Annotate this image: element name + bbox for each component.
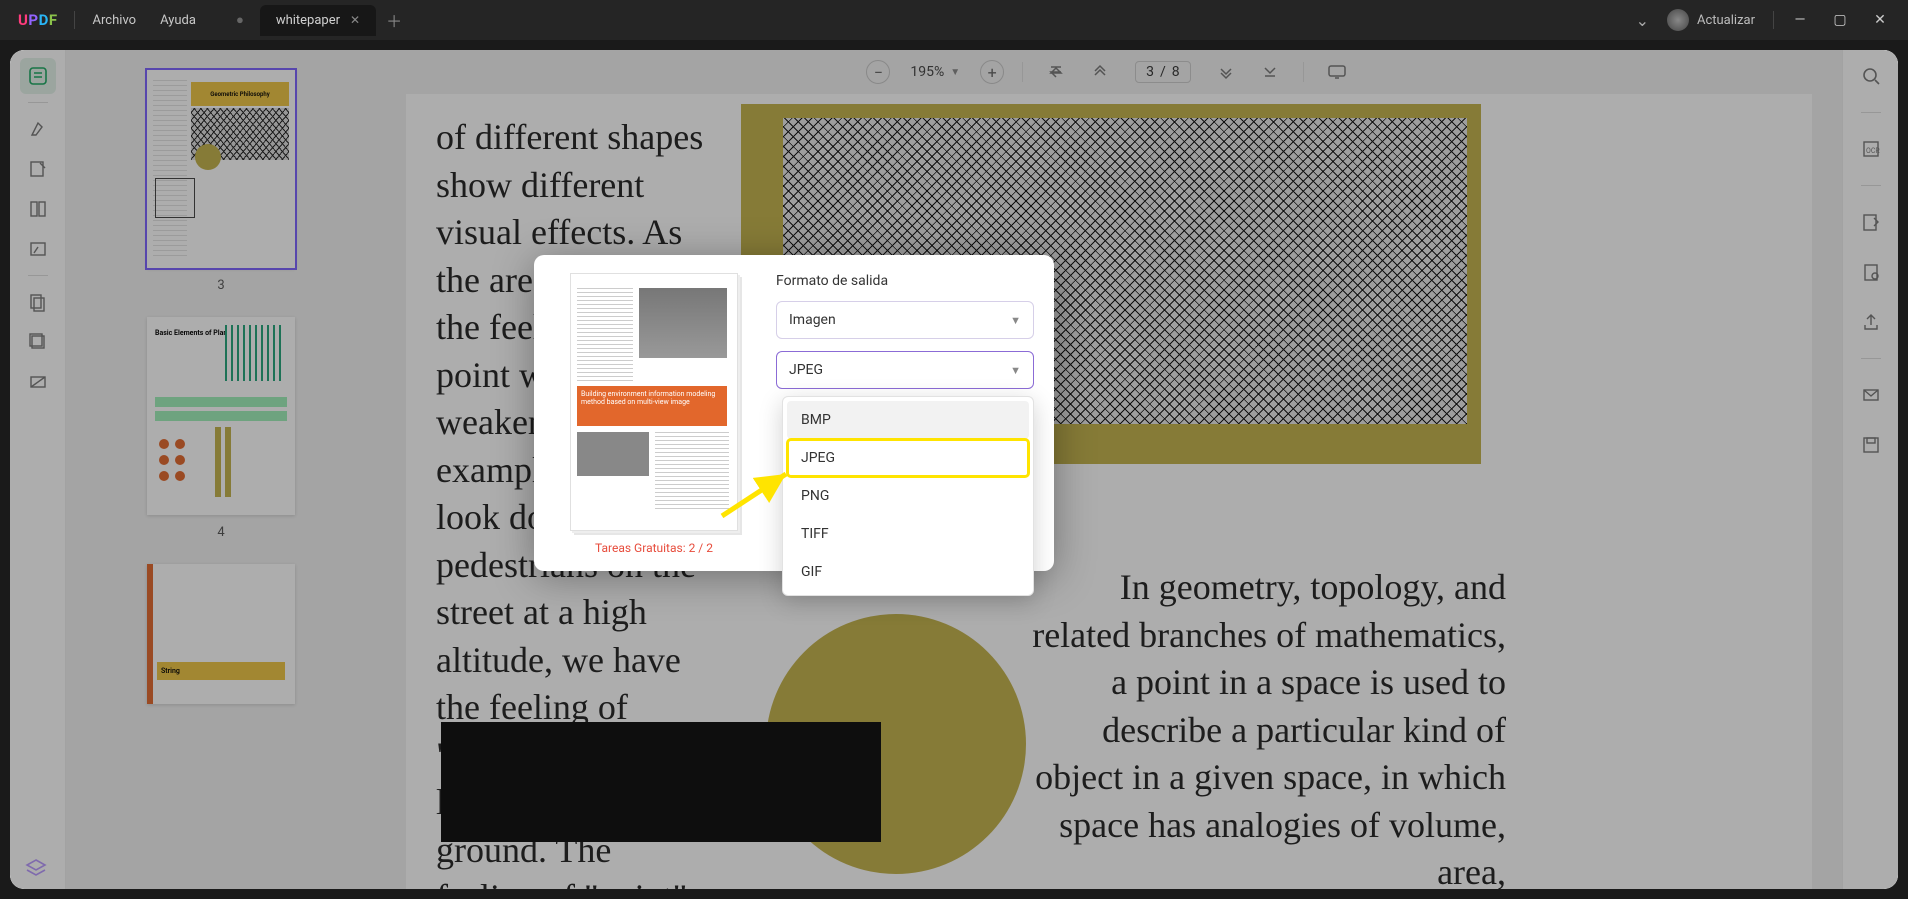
- close-tab-icon[interactable]: ✕: [350, 13, 360, 27]
- dropdown-item-bmp[interactable]: BMP: [787, 401, 1029, 439]
- tab-label: whitepaper: [276, 13, 340, 28]
- menu-file[interactable]: Archivo: [93, 13, 137, 28]
- free-tasks-label: Tareas Gratuitas: 2 / 2: [595, 541, 713, 555]
- avatar: [1667, 9, 1689, 31]
- account-area[interactable]: Actualizar: [1667, 9, 1755, 31]
- minimize-button[interactable]: ―: [1780, 5, 1820, 35]
- tab-whitepaper[interactable]: whitepaper ✕: [260, 5, 376, 36]
- filetype-dropdown: BMP JPEG PNG TIFF GIF: [782, 396, 1034, 596]
- annotation-arrow: [720, 468, 800, 518]
- close-button[interactable]: ✕: [1860, 5, 1900, 35]
- tab-blank[interactable]: ●: [220, 4, 260, 36]
- tabs-dropdown-icon[interactable]: ⌄: [1636, 11, 1649, 30]
- dropdown-item-png[interactable]: PNG: [787, 477, 1029, 515]
- filetype-select-value: JPEG: [789, 362, 823, 378]
- output-format-label: Formato de salida: [776, 273, 1034, 289]
- upgrade-label: Actualizar: [1697, 13, 1755, 28]
- format-select[interactable]: Imagen ▼: [776, 301, 1034, 339]
- chevron-down-icon: ▼: [1010, 314, 1021, 327]
- filetype-select[interactable]: JPEG ▼: [776, 351, 1034, 389]
- tab-bar: ● whitepaper ✕ ＋: [220, 4, 402, 36]
- new-tab-button[interactable]: ＋: [386, 8, 402, 32]
- maximize-button[interactable]: ▢: [1820, 5, 1860, 35]
- dropdown-item-gif[interactable]: GIF: [787, 553, 1029, 591]
- titlebar: UPDF Archivo Ayuda ● whitepaper ✕ ＋ ⌄ Ac…: [0, 0, 1908, 40]
- menu-help[interactable]: Ayuda: [160, 13, 196, 28]
- app-logo: UPDF: [18, 11, 58, 29]
- format-select-value: Imagen: [789, 312, 836, 328]
- dropdown-item-tiff[interactable]: TIFF: [787, 515, 1029, 553]
- preview-band-text: Building environment information modelin…: [577, 386, 727, 426]
- dropdown-item-jpeg[interactable]: JPEG: [787, 439, 1029, 477]
- chevron-down-icon: ▼: [1010, 364, 1021, 377]
- export-preview: Building environment information modelin…: [570, 273, 738, 531]
